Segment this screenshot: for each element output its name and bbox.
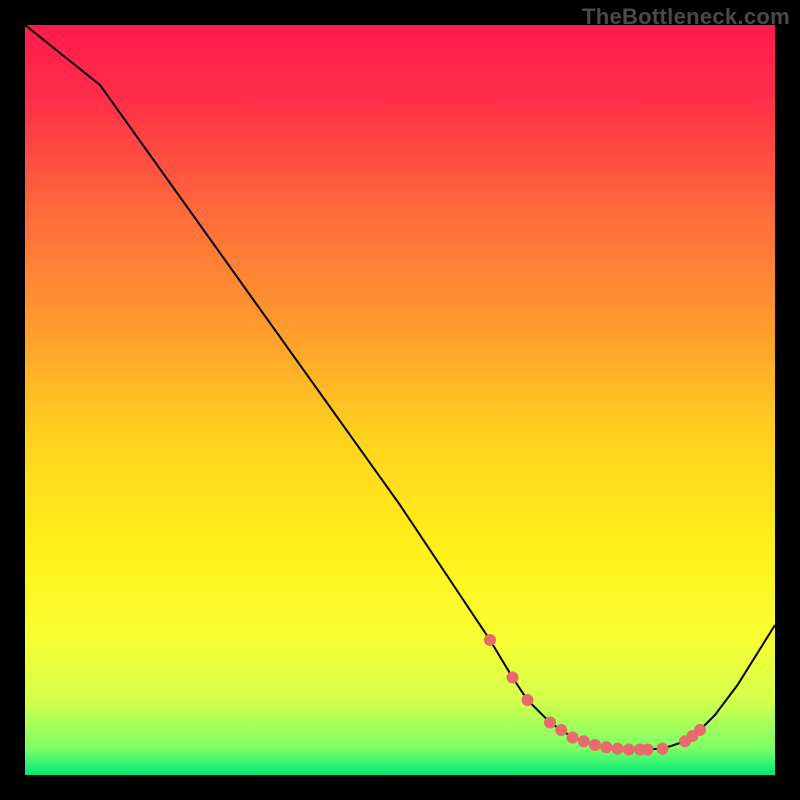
data-marker [555,724,567,736]
data-marker [578,735,590,747]
data-marker [507,672,519,684]
data-marker [623,744,635,756]
data-marker [657,743,669,755]
data-marker [484,634,496,646]
data-marker [694,724,706,736]
data-marker [522,694,534,706]
data-marker [642,744,654,756]
plot-area [25,25,775,775]
data-marker [567,732,579,744]
plot-svg [25,25,775,775]
chart-frame: TheBottleneck.com [0,0,800,800]
data-marker [589,739,601,751]
data-marker [612,743,624,755]
data-marker [600,741,612,753]
data-marker [544,717,556,729]
